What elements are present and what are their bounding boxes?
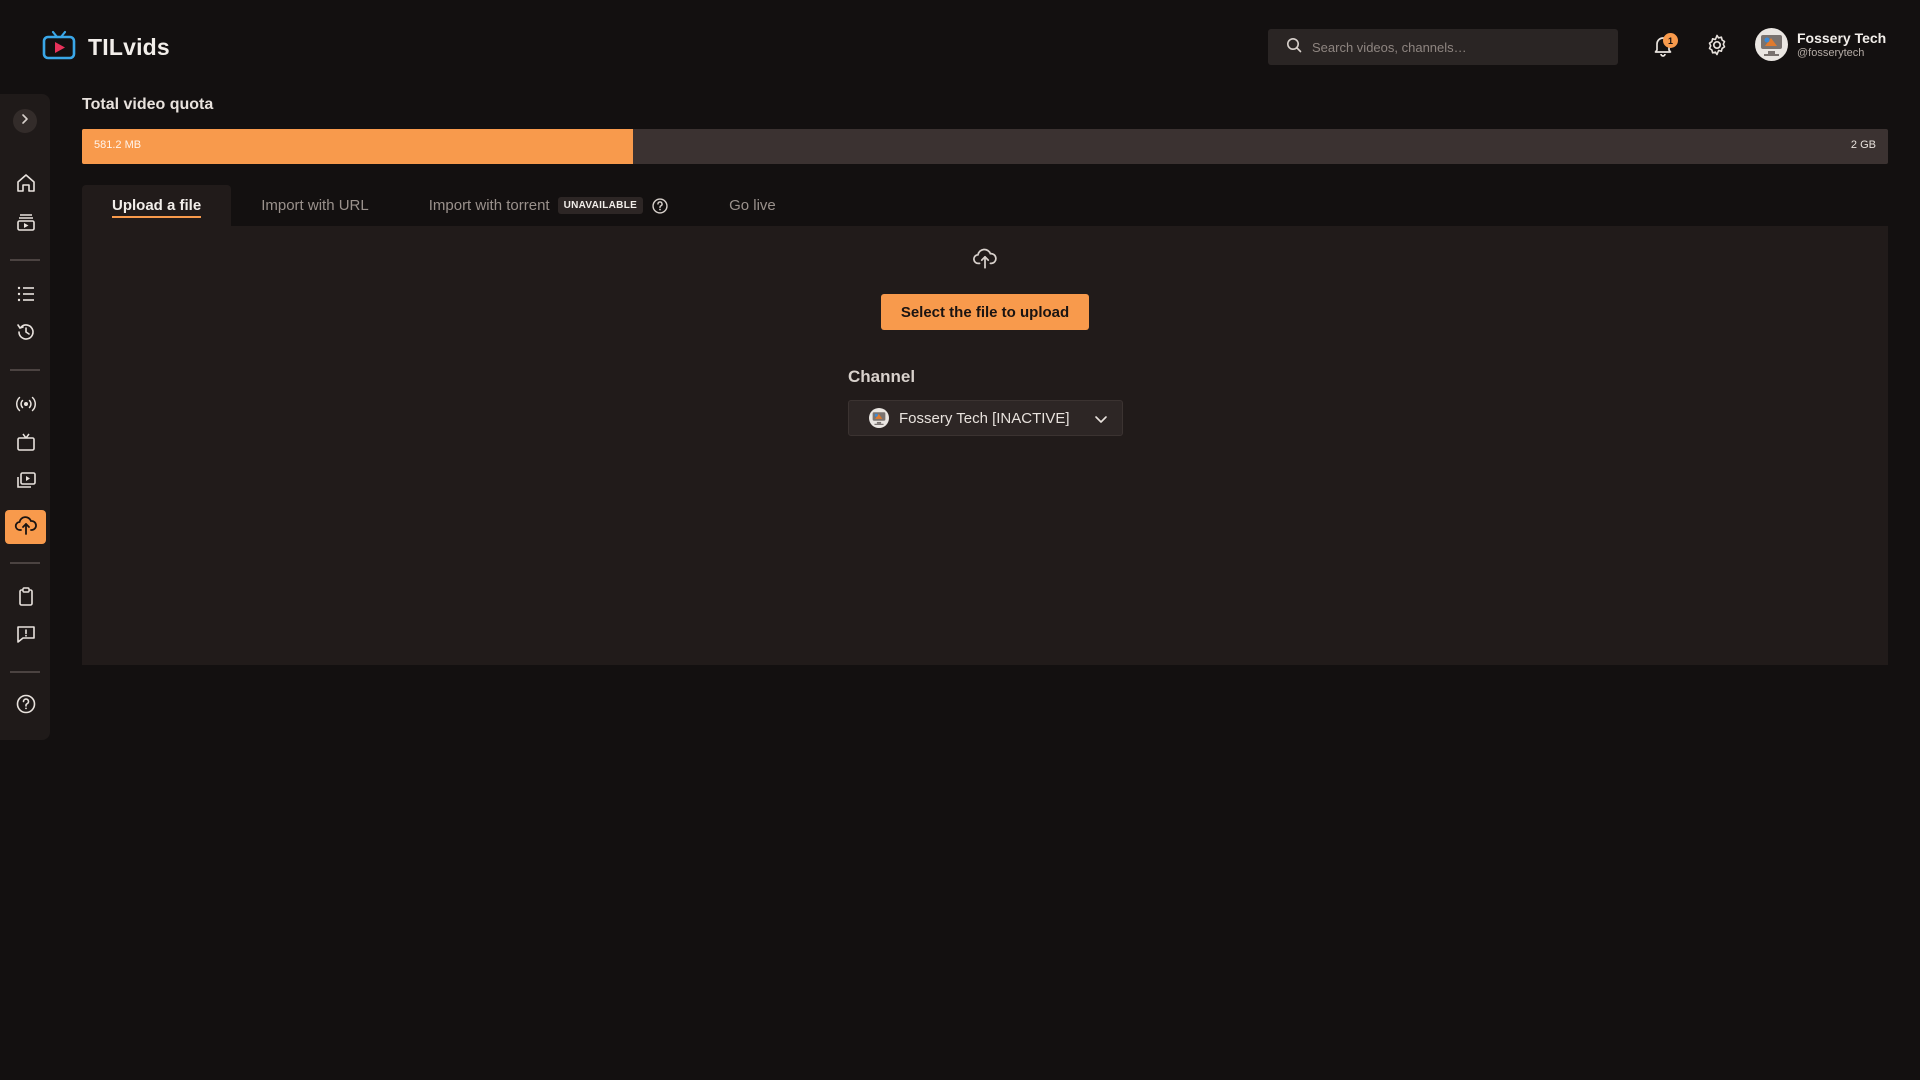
- quota-total-label: 2 GB: [1850, 139, 1876, 151]
- tab-label: Import with URL: [261, 197, 369, 214]
- sidebar-divider: [10, 259, 40, 261]
- sidebar-item-about[interactable]: [5, 581, 46, 615]
- select-file-button[interactable]: Select the file to upload: [881, 294, 1089, 330]
- home-icon: [15, 172, 37, 199]
- app-logo[interactable]: TILvids: [42, 30, 170, 64]
- user-handle: @fosserytech: [1797, 46, 1865, 59]
- sidebar-divider: [10, 671, 40, 673]
- upload-tabs: Upload a file Import with URL Import wit…: [82, 185, 806, 226]
- search-input[interactable]: [1312, 39, 1602, 55]
- tab-go-live[interactable]: Go live: [699, 185, 806, 226]
- videos-library-icon: [15, 469, 37, 496]
- live-broadcast-icon: [15, 393, 37, 420]
- clipboard-icon: [15, 585, 37, 612]
- quota-progress-bar: 581.2 MB 2 GB: [82, 129, 1888, 164]
- cloud-upload-icon: [972, 245, 998, 276]
- tab-label: Go live: [729, 197, 776, 214]
- chevron-down-icon: [1093, 411, 1109, 432]
- gear-icon: [1705, 33, 1729, 62]
- sidebar-divider: [10, 369, 40, 371]
- channels-tv-icon: [15, 431, 37, 458]
- quota-progress-fill: [82, 129, 633, 164]
- sidebar-toggle-button[interactable]: [13, 109, 37, 133]
- upload-cloud-icon: [14, 513, 38, 542]
- channel-avatar: [869, 408, 889, 428]
- sidebar-item-live[interactable]: [5, 389, 46, 423]
- sidebar-item-upload[interactable]: [5, 510, 46, 544]
- search-icon: [1286, 37, 1302, 58]
- tab-label: Import with torrent: [428, 197, 550, 214]
- quota-title: Total video quota: [82, 96, 214, 113]
- sidebar-item-history[interactable]: [5, 317, 46, 351]
- sidebar-item-videos[interactable]: [5, 465, 46, 499]
- quota-used-label: 581.2 MB: [94, 139, 142, 151]
- settings-button[interactable]: [1701, 31, 1733, 63]
- user-menu[interactable]: Fossery Tech @fosserytech: [1755, 28, 1886, 61]
- app-title: TILvids: [88, 33, 170, 60]
- tv-logo-icon: [42, 30, 76, 65]
- avatar: [1755, 28, 1788, 61]
- tab-upload-file[interactable]: Upload a file: [82, 185, 232, 226]
- sidebar-item-channels[interactable]: [5, 427, 46, 461]
- help-icon: [15, 693, 37, 720]
- sidebar-divider: [10, 562, 40, 564]
- tab-import-url[interactable]: Import with URL: [231, 185, 399, 226]
- tab-import-torrent[interactable]: Import with torrent UNAVAILABLE: [399, 185, 699, 226]
- user-name: Fossery Tech: [1797, 29, 1887, 46]
- sidebar-item-playlists[interactable]: [5, 279, 46, 313]
- subscriptions-icon: [15, 211, 37, 238]
- channel-select-value: Fossery Tech [INACTIVE]: [899, 409, 1070, 427]
- unavailable-badge: UNAVAILABLE: [557, 197, 644, 214]
- notifications-button[interactable]: 1: [1647, 31, 1679, 63]
- channel-label: Channel: [848, 367, 916, 386]
- search-box[interactable]: [1268, 29, 1618, 65]
- help-icon[interactable]: [651, 197, 669, 215]
- feedback-icon: [15, 623, 37, 650]
- chevron-right-icon: [19, 112, 31, 130]
- sidebar-item-subscriptions[interactable]: [5, 207, 46, 241]
- channel-select[interactable]: Fossery Tech [INACTIVE]: [848, 400, 1123, 436]
- notification-count-badge: 1: [1663, 33, 1678, 48]
- top-header: TILvids 1 Fossery Tech @fosserytech: [0, 0, 1920, 94]
- upload-panel: [82, 226, 1888, 665]
- sidebar-item-home[interactable]: [5, 168, 46, 202]
- tab-label: Upload a file: [112, 197, 202, 214]
- active-tab-indicator: [112, 216, 202, 218]
- history-icon: [15, 321, 37, 348]
- sidebar-item-feedback[interactable]: [5, 619, 46, 653]
- sidebar-item-help[interactable]: [5, 689, 46, 723]
- playlists-icon: [15, 283, 37, 310]
- sidebar: [0, 94, 50, 740]
